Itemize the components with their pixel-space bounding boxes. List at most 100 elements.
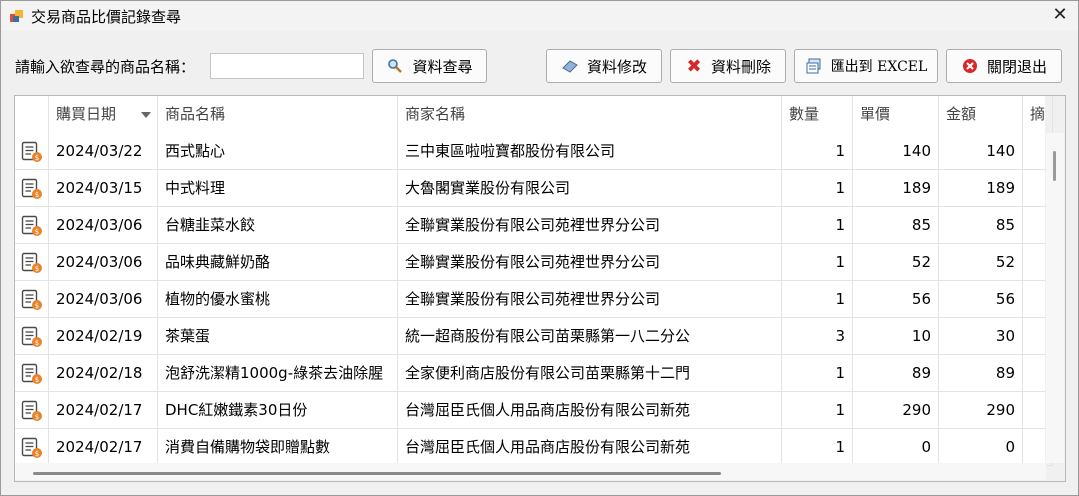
row-header[interactable]: $	[15, 281, 49, 318]
cell-store[interactable]: 台灣屈臣氏個人用品商店股份有限公司新苑	[398, 429, 782, 466]
row-header[interactable]: $	[15, 244, 49, 281]
vertical-scrollbar[interactable]	[1046, 133, 1064, 463]
record-icon: $	[21, 437, 42, 458]
app-icon	[10, 10, 23, 22]
cell-quantity[interactable]: 1	[782, 429, 853, 466]
cell-date[interactable]: 2024/02/17	[49, 429, 158, 466]
cell-amount[interactable]: 85	[939, 207, 1023, 244]
row-header[interactable]: $	[15, 170, 49, 207]
table-row[interactable]: $2024/03/06 台糖韭菜水餃 全聯實業股份有限公司苑裡世界分公司 1 85 85	[15, 207, 1053, 244]
cell-product[interactable]: 消費自備購物袋即贈點數	[158, 429, 398, 466]
cell-date[interactable]: 2024/03/06	[49, 244, 158, 281]
cell-product[interactable]: 茶葉蛋	[158, 318, 398, 355]
cell-store[interactable]: 全聯實業股份有限公司苑裡世界分公司	[398, 244, 782, 281]
window-title: 交易商品比價記錄查尋	[31, 8, 182, 26]
cell-date[interactable]: 2024/02/18	[49, 355, 158, 392]
cell-quantity[interactable]: 1	[782, 392, 853, 429]
table-row[interactable]: $2024/02/17 DHC紅嫩鐵素30日份 台灣屈臣氏個人用品商店股份有限公司新…	[15, 392, 1053, 429]
cell-store[interactable]: 台灣屈臣氏個人用品商店股份有限公司新苑	[398, 392, 782, 429]
cell-store[interactable]: 統一超商股份有限公司苗栗縣第一八二分公	[398, 318, 782, 355]
export-button[interactable]: 匯出到 EXCEL	[794, 49, 938, 83]
cell-quantity[interactable]: 1	[782, 133, 853, 170]
cell-unit-price[interactable]: 56	[853, 281, 939, 318]
cell-store[interactable]: 全聯實業股份有限公司苑裡世界分公司	[398, 207, 782, 244]
cell-date[interactable]: 2024/03/06	[49, 207, 158, 244]
search-label: 請輸入欲查尋的商品名稱：	[15, 58, 196, 76]
cell-store[interactable]: 全聯實業股份有限公司苑裡世界分公司	[398, 281, 782, 318]
cell-product[interactable]: 西式點心	[158, 133, 398, 170]
cell-date[interactable]: 2024/02/17	[49, 392, 158, 429]
cell-amount[interactable]: 52	[939, 244, 1023, 281]
row-header[interactable]: $	[15, 429, 49, 466]
cell-unit-price[interactable]: 0	[853, 429, 939, 466]
cell-amount[interactable]: 0	[939, 429, 1023, 466]
cell-quantity[interactable]: 1	[782, 207, 853, 244]
export-button-label: 匯出到 EXCEL	[830, 59, 928, 75]
edit-button[interactable]: 資料修改	[546, 49, 662, 83]
cell-unit-price[interactable]: 290	[853, 392, 939, 429]
query-button[interactable]: 資料查尋	[372, 49, 487, 83]
cell-date[interactable]: 2024/03/06	[49, 281, 158, 318]
cell-store[interactable]: 大魯閣實業股份有限公司	[398, 170, 782, 207]
cell-amount[interactable]: 30	[939, 318, 1023, 355]
cell-unit-price[interactable]: 85	[853, 207, 939, 244]
table-row[interactable]: $2024/03/06 品味典藏鮮奶酪 全聯實業股份有限公司苑裡世界分公司 1 52 52	[15, 244, 1053, 281]
data-grid[interactable]: 購買日期 商品名稱 商家名稱 數量 單價 金額 摘 $2024/03/22 西式點…	[14, 95, 1066, 482]
cell-quantity[interactable]: 3	[782, 318, 853, 355]
cell-product[interactable]: DHC紅嫩鐵素30日份	[158, 392, 398, 429]
column-header-unit-price[interactable]: 單價	[853, 96, 939, 133]
row-header[interactable]: $	[15, 207, 49, 244]
exit-button-label: 關閉退出	[986, 57, 1047, 76]
cell-unit-price[interactable]: 52	[853, 244, 939, 281]
cell-unit-price[interactable]: 140	[853, 133, 939, 170]
column-header-product[interactable]: 商品名稱	[158, 96, 398, 133]
column-header-note[interactable]: 摘	[1023, 96, 1053, 133]
row-header[interactable]: $	[15, 355, 49, 392]
table-row[interactable]: $2024/03/06 植物的優水蜜桃 全聯實業股份有限公司苑裡世界分公司 1 56 56	[15, 281, 1053, 318]
column-header-amount[interactable]: 金額	[939, 96, 1023, 133]
close-icon[interactable]: ✕	[1050, 5, 1070, 25]
cell-date[interactable]: 2024/03/15	[49, 170, 158, 207]
delete-button[interactable]: ✖ 資料刪除	[670, 49, 786, 83]
record-icon: $	[21, 326, 42, 347]
cell-store[interactable]: 三中東區啦啦寶都股份有限公司	[398, 133, 782, 170]
column-header-date[interactable]: 購買日期	[49, 96, 158, 133]
svg-text:$: $	[35, 302, 39, 310]
table-row[interactable]: $2024/02/18 泡舒洗潔精1000g-綠茶去油除腥 全家便利商店股份有限公司…	[15, 355, 1053, 392]
table-row[interactable]: $2024/03/22 西式點心 三中東區啦啦寶都股份有限公司 1 140 140	[15, 133, 1053, 170]
column-header-quantity[interactable]: 數量	[782, 96, 853, 133]
cell-amount[interactable]: 89	[939, 355, 1023, 392]
search-input[interactable]	[210, 53, 364, 79]
cell-amount[interactable]: 140	[939, 133, 1023, 170]
cell-product[interactable]: 品味典藏鮮奶酪	[158, 244, 398, 281]
cell-store[interactable]: 全家便利商店股份有限公司苗栗縣第十二門	[398, 355, 782, 392]
cell-quantity[interactable]: 1	[782, 244, 853, 281]
cell-quantity[interactable]: 1	[782, 170, 853, 207]
cell-unit-price[interactable]: 89	[853, 355, 939, 392]
row-header[interactable]: $	[15, 133, 49, 170]
horizontal-scrollbar[interactable]	[15, 463, 1046, 480]
horizontal-scroll-thumb[interactable]	[33, 472, 721, 475]
table-row[interactable]: $2024/03/15 中式料理 大魯閣實業股份有限公司 1 189 189	[15, 170, 1053, 207]
record-icon: $	[21, 141, 42, 162]
cell-product[interactable]: 植物的優水蜜桃	[158, 281, 398, 318]
cell-product[interactable]: 泡舒洗潔精1000g-綠茶去油除腥	[158, 355, 398, 392]
cell-amount[interactable]: 290	[939, 392, 1023, 429]
cell-product[interactable]: 中式料理	[158, 170, 398, 207]
table-row[interactable]: $2024/02/19 茶葉蛋 統一超商股份有限公司苗栗縣第一八二分公 3 10 30	[15, 318, 1053, 355]
row-header[interactable]: $	[15, 392, 49, 429]
cell-quantity[interactable]: 1	[782, 281, 853, 318]
vertical-scroll-thumb[interactable]	[1053, 151, 1056, 181]
cell-date[interactable]: 2024/02/19	[49, 318, 158, 355]
column-header-store[interactable]: 商家名稱	[398, 96, 782, 133]
cell-unit-price[interactable]: 10	[853, 318, 939, 355]
cell-date[interactable]: 2024/03/22	[49, 133, 158, 170]
cell-amount[interactable]: 189	[939, 170, 1023, 207]
cell-quantity[interactable]: 1	[782, 355, 853, 392]
row-header[interactable]: $	[15, 318, 49, 355]
exit-button[interactable]: 關閉退出	[946, 49, 1062, 83]
table-row[interactable]: $2024/02/17 消費自備購物袋即贈點數 台灣屈臣氏個人用品商店股份有限公司新…	[15, 429, 1053, 466]
cell-product[interactable]: 台糖韭菜水餃	[158, 207, 398, 244]
cell-amount[interactable]: 56	[939, 281, 1023, 318]
cell-unit-price[interactable]: 189	[853, 170, 939, 207]
